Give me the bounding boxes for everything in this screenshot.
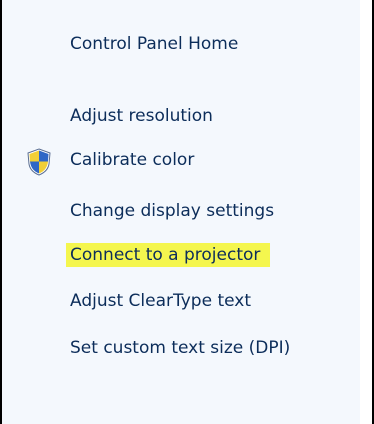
adjust-cleartype-text-link[interactable]: Adjust ClearType text <box>70 290 251 312</box>
control-panel-home-link[interactable]: Control Panel Home <box>70 33 238 55</box>
control-panel-sidebar: Control Panel Home Adjust resolution Cal… <box>2 0 360 424</box>
adjust-resolution-link[interactable]: Adjust resolution <box>70 105 213 127</box>
calibrate-color-link[interactable]: Calibrate color <box>70 149 194 171</box>
projector-link-highlight: Connect to a projector <box>66 243 271 267</box>
control-panel-window: Control Panel Home Adjust resolution Cal… <box>0 0 374 424</box>
connect-to-projector-link[interactable]: Connect to a projector <box>66 243 271 267</box>
set-custom-text-size-link[interactable]: Set custom text size (DPI) <box>70 337 290 359</box>
uac-shield-icon <box>27 148 51 176</box>
change-display-settings-link[interactable]: Change display settings <box>70 200 274 222</box>
